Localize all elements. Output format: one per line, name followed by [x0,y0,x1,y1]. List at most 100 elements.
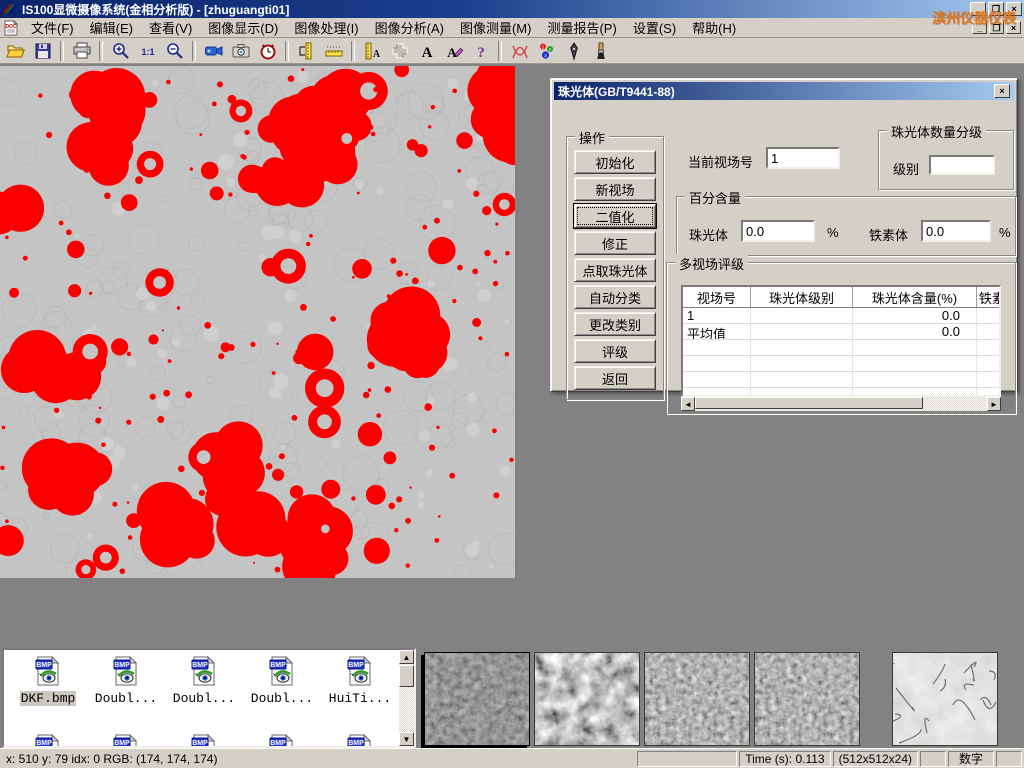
menu-item-9[interactable]: 设置(S) [625,17,684,38]
open-folder-button[interactable] [3,40,28,62]
menu-item-10[interactable]: 帮助(H) [684,17,744,38]
table-row-1[interactable]: 10.0 [683,308,999,324]
zoom-out-button[interactable] [162,40,187,62]
op-button-4[interactable]: 修正 [574,231,656,255]
measure-scale-button[interactable]: A [360,40,385,62]
table-cell [977,308,1001,323]
table-cell [977,388,1001,397]
scroll-left-icon[interactable]: ◄ [681,397,695,411]
ruler-button[interactable] [321,40,346,62]
table-header-3[interactable]: 珠光体含量(%) [853,287,977,307]
file-item-partial[interactable]: BMP [10,734,86,748]
curve-tool-icon [510,41,530,61]
print-button[interactable] [69,40,94,62]
op-button-2[interactable]: 新视场 [574,177,656,201]
class-markers-button[interactable]: 123 [534,40,559,62]
menu-item-2[interactable]: 编辑(E) [82,17,141,38]
bmp-file-icon: BMP [113,656,139,686]
snapshot-button[interactable] [228,40,253,62]
grade-input[interactable] [929,155,995,175]
scroll-right-icon[interactable]: ► [987,397,1001,411]
op-button-8[interactable]: 评级 [574,339,656,363]
caliper-button[interactable] [294,40,319,62]
table-row-2[interactable]: 平均值0.0 [683,324,999,340]
table-row-4[interactable] [683,356,999,372]
file-item-partial[interactable]: BMP [88,734,164,748]
snapshot-icon [231,41,251,61]
table-header-2[interactable]: 珠光体级别 [751,287,853,307]
table-header-4[interactable]: 铁素体含量(%) [977,287,1001,307]
file-item-Doubl[interactable]: BMPDoubl... [166,656,242,706]
op-button-9[interactable]: 返回 [574,366,656,390]
menu-item-3[interactable]: 查看(V) [141,17,200,38]
ferrite-percent-input[interactable] [921,220,991,242]
scroll-up-icon[interactable]: ▲ [399,650,414,664]
op-button-1[interactable]: 初始化 [574,150,656,174]
thumbnail-3[interactable] [644,652,750,746]
thumbnail-2[interactable] [534,652,640,746]
menu-item-5[interactable]: 图像处理(I) [286,17,366,38]
scrollbar-thumb[interactable] [695,397,923,409]
image-viewport[interactable] [0,66,515,578]
file-item-partial[interactable]: BMP [322,734,398,748]
current-field-input[interactable] [766,147,840,169]
minimize-icon[interactable]: _ [972,21,987,34]
thumbnail-4[interactable] [754,652,860,746]
curve-tool-button[interactable] [507,40,532,62]
menu-item-8[interactable]: 测量报告(P) [539,17,624,38]
svg-text:A: A [421,45,432,61]
file-browser-scrollbar[interactable]: ▲ ▼ [399,650,414,746]
zoom-in-icon [111,41,131,61]
table-row-5[interactable] [683,372,999,388]
file-item-Doubl[interactable]: BMPDoubl... [88,656,164,706]
close-icon[interactable]: × [1006,21,1021,34]
status-bar: x: 510 y: 79 idx: 0 RGB: (174, 174, 174)… [0,748,1024,768]
file-label: DKF.bmp [20,691,77,706]
file-item-partial[interactable]: BMP [166,734,242,748]
op-button-5[interactable]: 点取珠光体 [574,258,656,282]
scrollbar-thumb[interactable] [399,665,414,687]
op-button-7[interactable]: 更改类别 [574,312,656,336]
zoom-in-button[interactable] [108,40,133,62]
minimize-icon[interactable]: _ [970,2,986,16]
menu-item-7[interactable]: 图像测量(M) [452,17,540,38]
menu-item-1[interactable]: 文件(F) [23,17,82,38]
svg-text:A: A [372,49,380,60]
toolbar-separator [60,41,64,61]
thumbnail-1[interactable] [424,652,530,746]
scrollbar-track[interactable] [695,397,987,411]
op-button-3[interactable]: 二值化 [574,204,656,228]
close-icon[interactable]: × [1006,2,1022,16]
grade-label: 级别 [893,159,919,178]
dialog-title-bar[interactable]: 珠光体(GB/T9441-88) × [554,82,1014,100]
file-item-DKFbmp[interactable]: BMPDKF.bmp [10,656,86,706]
file-item-partial[interactable]: BMP [244,734,320,748]
op-button-6[interactable]: 自动分类 [574,285,656,309]
actual-size-button[interactable]: 1:1 [135,40,160,62]
pearlite-percent-input[interactable] [741,220,815,242]
brush-tool-button[interactable] [588,40,613,62]
save-button[interactable] [30,40,55,62]
grid-button[interactable] [387,40,412,62]
text-button[interactable]: A [414,40,439,62]
video-camera-button[interactable] [201,40,226,62]
menu-item-4[interactable]: 图像显示(D) [200,17,286,38]
menu-item-6[interactable]: 图像分析(A) [367,17,452,38]
table-row-3[interactable] [683,340,999,356]
annotate-button[interactable]: A [441,40,466,62]
dialog-close-icon[interactable]: × [994,84,1010,98]
file-item-Doubl[interactable]: BMPDoubl... [244,656,320,706]
bmp-file-icon: BMP [347,734,373,748]
table-row-6[interactable] [683,388,999,397]
pen-tool-button[interactable] [561,40,586,62]
file-item-HuiTi[interactable]: BMPHuiTi... [322,656,398,706]
restore-icon[interactable]: ❐ [988,2,1004,16]
rating-table[interactable]: 视场号珠光体级别珠光体含量(%)铁素体含量(%) 10.0平均值0.0 [681,285,1001,397]
scroll-down-icon[interactable]: ▼ [399,732,414,746]
table-horizontal-scrollbar[interactable]: ◄ ► [681,397,1001,411]
table-header-1[interactable]: 视场号 [683,287,751,307]
thumbnail-5[interactable] [892,652,998,746]
help-button[interactable]: ? [468,40,493,62]
timer-button[interactable] [255,40,280,62]
restore-icon[interactable]: ❐ [989,21,1004,34]
